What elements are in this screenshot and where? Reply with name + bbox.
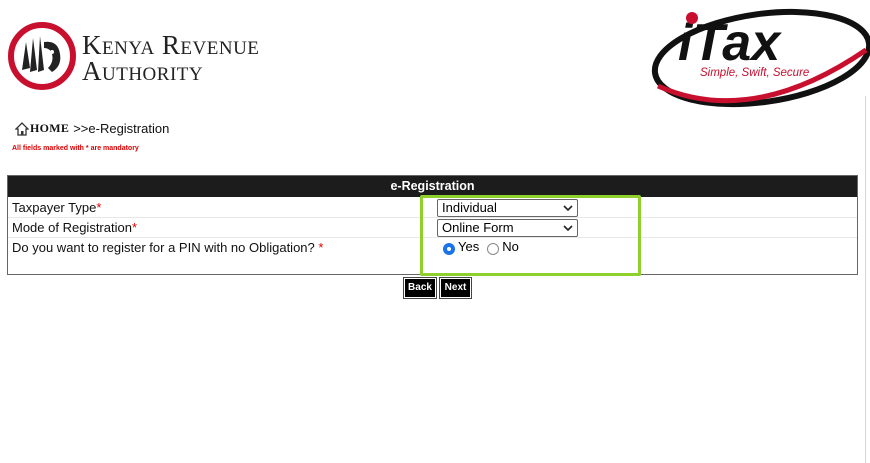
kra-wordmark: Kenya Revenue Authority <box>82 30 260 86</box>
breadcrumb-home-link[interactable]: HOME <box>30 121 69 136</box>
itax-tagline: Simple, Swift, Secure <box>700 67 810 79</box>
taxpayer-type-label: Taxpayer Type* <box>12 200 102 215</box>
mode-of-registration-label: Mode of Registration* <box>12 220 138 235</box>
page-divider <box>865 96 866 463</box>
itax-logo-icon: iTax <box>651 8 870 108</box>
kra-line-2: Authority <box>82 56 204 86</box>
next-button[interactable]: Next <box>439 277 472 299</box>
required-asterisk: * <box>318 240 324 255</box>
back-button[interactable]: Back <box>403 277 437 299</box>
home-icon[interactable] <box>15 121 29 136</box>
highlight-box <box>420 195 641 276</box>
required-asterisk: * <box>96 200 102 215</box>
no-obligation-label: Do you want to register for a PIN with n… <box>12 240 324 255</box>
panel-title: e-Registration <box>8 176 857 197</box>
required-asterisk: * <box>131 220 138 235</box>
breadcrumb: HOME >>e-Registration <box>15 121 169 136</box>
breadcrumb-current: >>e-Registration <box>73 121 170 136</box>
kra-line-1: Kenya Revenue <box>82 30 260 60</box>
mandatory-note: All fields marked with * are mandatory <box>12 145 139 152</box>
kra-lion-logo-icon <box>8 22 76 90</box>
